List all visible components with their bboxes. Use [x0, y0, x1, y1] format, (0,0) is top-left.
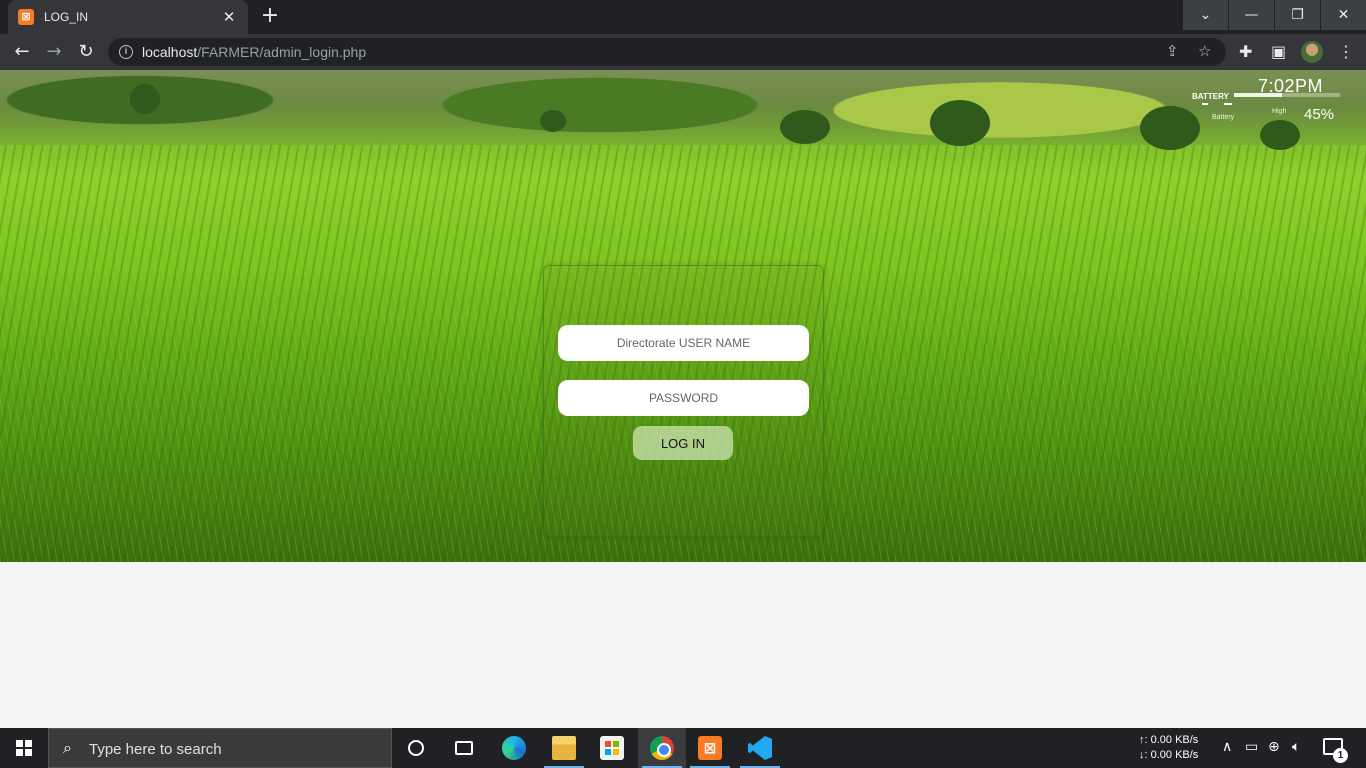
network-globe-icon[interactable]: ⊕ [1268, 739, 1280, 755]
browser-toolbar: ← → ↻ i localhost/FARMER/admin_login.php… [0, 34, 1366, 70]
tree [930, 100, 990, 146]
cortana-icon [408, 740, 424, 756]
new-tab-button[interactable]: + [258, 4, 282, 28]
network-speed-meter: ↑: 0.00 KB/s ↓: 0.00 KB/s [1139, 733, 1198, 763]
tab-search-button[interactable]: ⌄ [1183, 0, 1228, 30]
profile-avatar[interactable] [1301, 41, 1323, 63]
login-button[interactable]: LOG IN [633, 426, 733, 460]
file-explorer-button[interactable] [540, 728, 588, 768]
widget-status: High [1272, 108, 1287, 115]
edge-icon [502, 736, 526, 760]
edge-button[interactable] [490, 728, 538, 768]
reload-button[interactable]: ↻ [74, 40, 98, 64]
tab-title: LOG_IN [44, 10, 89, 24]
cortana-button[interactable] [392, 728, 440, 768]
file-explorer-icon [552, 736, 576, 760]
vscode-icon [748, 736, 772, 760]
taskbar-search-box[interactable]: ⌕ Type here to search [48, 728, 392, 768]
side-panel-icon[interactable]: ▣ [1271, 42, 1286, 61]
browser-tab[interactable]: ⊠ LOG_IN ✕ [8, 0, 248, 34]
search-placeholder: Type here to search [89, 741, 222, 758]
minimize-button[interactable]: — [1229, 0, 1274, 30]
back-button[interactable]: ← [10, 40, 34, 64]
store-button[interactable] [588, 728, 636, 768]
username-input[interactable] [558, 325, 809, 361]
tree [780, 110, 830, 144]
volume-icon[interactable]: 🔈︎ [1292, 739, 1300, 755]
close-window-button[interactable]: ✕ [1321, 0, 1366, 30]
widget-battery-bar [1234, 93, 1340, 97]
notification-count-badge: 1 [1333, 748, 1348, 763]
task-view-icon [455, 741, 473, 755]
password-input[interactable] [558, 380, 809, 416]
login-form: LOG IN [543, 265, 824, 537]
battery-icon[interactable]: ▭ [1245, 739, 1258, 755]
widget-battery-sub: Battery [1212, 114, 1235, 121]
store-icon [600, 736, 624, 760]
desktop-clock-battery-widget: 7:02PM BATTERY Battery High 45% [1186, 74, 1346, 126]
restore-button[interactable]: ❐ [1275, 0, 1320, 30]
widget-battery-percent: 45% [1304, 106, 1335, 123]
widget-battery-fill [1234, 93, 1282, 97]
show-hidden-icons-chevron-icon[interactable]: ∧ [1222, 739, 1232, 755]
xampp-icon: ⊠ [698, 736, 722, 760]
forward-button[interactable]: → [42, 40, 66, 64]
menu-kebab-icon[interactable]: ⋮ [1338, 42, 1354, 61]
net-download: ↓: 0.00 KB/s [1139, 749, 1199, 761]
chrome-button[interactable] [638, 728, 686, 768]
bookmark-star-icon[interactable]: ☆ [1198, 42, 1211, 60]
xampp-button[interactable]: ⊠ [686, 728, 734, 768]
windows-taskbar: ⌕ Type here to search ⊠ ↑: 0.00 KB/s ↓: … [0, 728, 1366, 768]
task-view-button[interactable] [440, 728, 488, 768]
address-bar[interactable]: i localhost/FARMER/admin_login.php ⇪ ☆ [108, 38, 1226, 66]
tree [540, 110, 566, 132]
share-icon[interactable]: ⇪ [1166, 42, 1179, 60]
net-upload: ↑: 0.00 KB/s [1139, 734, 1199, 746]
url-text[interactable]: localhost/FARMER/admin_login.php [142, 44, 366, 60]
widget-battery-label: BATTERY [1192, 92, 1229, 101]
widget-ticks [1202, 103, 1232, 105]
search-icon: ⌕ [63, 738, 72, 757]
close-tab-icon[interactable]: ✕ [220, 8, 238, 26]
chrome-icon [650, 736, 674, 760]
browser-tab-bar: ⊠ LOG_IN ✕ + ⌄ — ❐ ✕ [0, 0, 1366, 34]
vscode-button[interactable] [736, 728, 784, 768]
xampp-icon: ⊠ [18, 9, 34, 25]
extensions-puzzle-icon[interactable]: ✚ [1239, 42, 1252, 61]
start-button[interactable] [0, 728, 48, 768]
site-info-icon[interactable]: i [119, 45, 133, 59]
windows-logo-icon [16, 740, 32, 756]
tree [130, 84, 160, 114]
